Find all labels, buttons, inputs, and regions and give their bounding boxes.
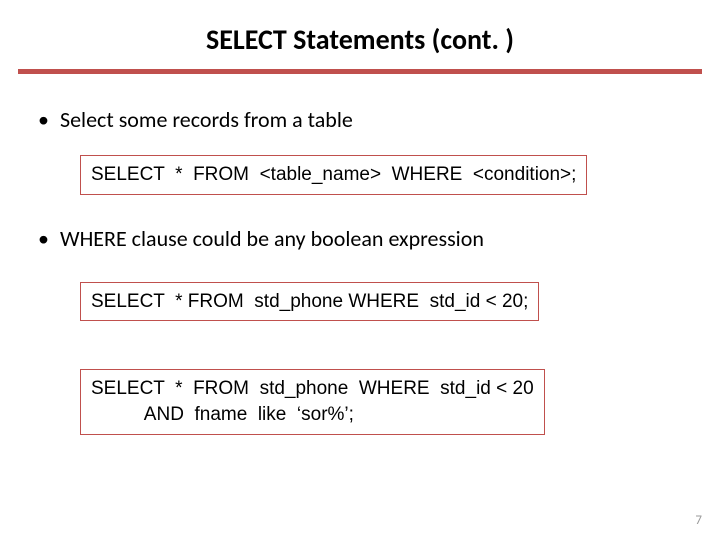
content-area: Select some records from a table SELECT … (0, 74, 720, 465)
code-block: SELECT * FROM <table_name> WHERE <condit… (80, 155, 587, 195)
slide: SELECT Statements (cont. ) Select some r… (0, 0, 720, 540)
bullet-text: WHERE clause could be any boolean expres… (60, 225, 484, 252)
bullet-item: Select some records from a table (36, 106, 684, 133)
page-number: 7 (695, 513, 702, 528)
title-area: SELECT Statements (cont. ) (0, 0, 720, 57)
slide-title: SELECT Statements (cont. ) (206, 22, 514, 57)
code-block: SELECT * FROM std_phone WHERE std_id < 2… (80, 369, 545, 434)
bullet-item: WHERE clause could be any boolean expres… (36, 225, 684, 252)
code-block: SELECT * FROM std_phone WHERE std_id < 2… (80, 282, 539, 322)
bullet-text: Select some records from a table (60, 106, 353, 133)
